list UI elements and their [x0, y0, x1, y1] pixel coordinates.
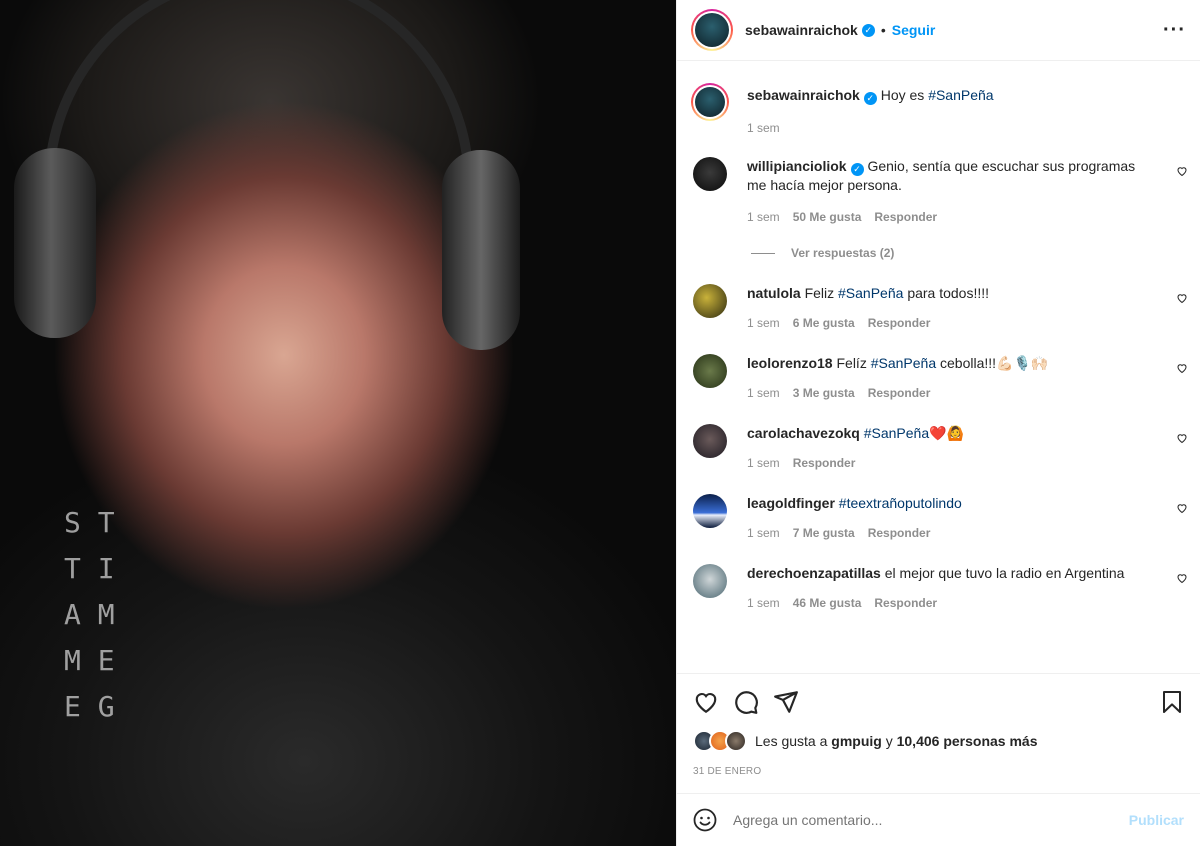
- like-comment-heart-icon[interactable]: [1176, 362, 1188, 374]
- commenter-avatar[interactable]: [693, 564, 727, 598]
- comments-list[interactable]: sebawainraichok ✓ Hoy es #SanPeña 1 sem w…: [677, 61, 1200, 673]
- commenter-avatar[interactable]: [693, 424, 727, 458]
- comment-time[interactable]: 1 sem: [747, 596, 780, 610]
- like-heart-icon[interactable]: [693, 689, 719, 715]
- publish-button[interactable]: Publicar: [1129, 812, 1184, 828]
- separator-dot: •: [880, 22, 886, 38]
- caption-text: Hoy es: [880, 87, 925, 103]
- liker-avatars: [693, 730, 747, 752]
- caption-username[interactable]: sebawainraichok: [747, 87, 860, 103]
- comment-likes[interactable]: 3 Me gusta: [793, 386, 855, 400]
- view-replies-label[interactable]: Ver respuestas (2): [791, 246, 894, 260]
- likes-and: y: [885, 733, 893, 749]
- action-icons: [693, 688, 1184, 716]
- commenter-username[interactable]: willipiancioliok: [747, 158, 847, 174]
- likes-summary[interactable]: Les gusta a gmpuig y 10,406 personas más: [693, 730, 1184, 752]
- likes-count[interactable]: 10,406 personas más: [897, 733, 1038, 749]
- comment-hashtag[interactable]: #SanPeña: [838, 285, 903, 301]
- comment-likes[interactable]: 50 Me gusta: [793, 210, 862, 224]
- comment-item: leolorenzo18 Felíz #SanPeña cebolla!!!💪🏻…: [693, 354, 1200, 400]
- comment-hashtag[interactable]: #SanPeña: [864, 425, 929, 441]
- like-comment-heart-icon[interactable]: [1176, 165, 1188, 177]
- comment-time[interactable]: 1 sem: [747, 456, 780, 470]
- verified-badge-icon: ✓: [850, 163, 864, 176]
- commenter-username[interactable]: leagoldfinger: [747, 495, 835, 511]
- comment-item: willipiancioliok ✓ Genio, sentía que escu…: [693, 157, 1200, 224]
- emoji-smiley-icon[interactable]: [693, 808, 717, 832]
- comment-input[interactable]: [733, 812, 1129, 828]
- commenter-username[interactable]: carolachavezokq: [747, 425, 860, 441]
- reply-button[interactable]: Responder: [868, 526, 931, 540]
- comment-item: natulola Feliz #SanPeña para todos!!!! 1…: [693, 284, 1200, 330]
- more-options-icon[interactable]: ···: [1163, 19, 1186, 42]
- view-replies-button[interactable]: Ver respuestas (2): [751, 246, 1200, 260]
- headphone-band: [44, 0, 474, 190]
- headphone-left-cup: [14, 148, 96, 338]
- commenter-username[interactable]: leolorenzo18: [747, 355, 833, 371]
- headphone-right-cup: [442, 150, 520, 350]
- comment-text: ❤️🙆: [929, 425, 965, 441]
- commenter-username[interactable]: natulola: [747, 285, 801, 301]
- comment-text: el mejor que tuvo la radio en Argentina: [884, 565, 1125, 581]
- follow-button[interactable]: Seguir: [892, 22, 936, 38]
- comment-likes[interactable]: 7 Me gusta: [793, 526, 855, 540]
- comment-likes[interactable]: 6 Me gusta: [793, 316, 855, 330]
- reply-button[interactable]: Responder: [793, 456, 856, 470]
- like-comment-heart-icon[interactable]: [1176, 572, 1188, 584]
- replies-divider: [751, 252, 775, 254]
- comment-text: Felíz: [836, 355, 867, 371]
- comment-bubble-icon[interactable]: [733, 689, 759, 715]
- comment-text: cebolla!!!💪🏻🎙️🙌🏻: [940, 355, 1049, 371]
- like-comment-heart-icon[interactable]: [1176, 432, 1188, 444]
- reply-button[interactable]: Responder: [868, 386, 931, 400]
- like-comment-heart-icon[interactable]: [1176, 292, 1188, 304]
- comment-hashtag[interactable]: #SanPeña: [871, 355, 936, 371]
- author-username[interactable]: sebawainraichok: [745, 22, 858, 38]
- author-info: sebawainraichok ✓ • Seguir: [745, 22, 935, 38]
- liker-avatar: [725, 730, 747, 752]
- post-photo[interactable]: S T T I A M M E E G: [0, 0, 676, 846]
- caption-hashtag[interactable]: #SanPeña: [928, 87, 993, 103]
- comment-likes[interactable]: 46 Me gusta: [793, 596, 862, 610]
- comment-text: Feliz: [804, 285, 835, 301]
- post-caption: sebawainraichok ✓ Hoy es #SanPeña 1 sem: [691, 83, 1200, 135]
- like-comment-heart-icon[interactable]: [1176, 502, 1188, 514]
- comment-item: derechoenzapatillas el mejor que tuvo la…: [693, 564, 1200, 610]
- post-header: sebawainraichok ✓ • Seguir ···: [677, 0, 1200, 61]
- caption-avatar[interactable]: [691, 83, 729, 121]
- reply-button[interactable]: Responder: [874, 210, 937, 224]
- author-avatar[interactable]: [691, 9, 733, 51]
- likes-prefix: Les gusta a: [755, 733, 828, 749]
- commenter-avatar[interactable]: [693, 354, 727, 388]
- caption-time[interactable]: 1 sem: [747, 121, 780, 135]
- commenter-avatar[interactable]: [693, 157, 727, 191]
- comment-item: carolachavezokq #SanPeña❤️🙆 1 sem Respon…: [693, 424, 1200, 470]
- comment-text: para todos!!!!: [907, 285, 990, 301]
- comment-time[interactable]: 1 sem: [747, 386, 780, 400]
- comment-time[interactable]: 1 sem: [747, 526, 780, 540]
- reply-button[interactable]: Responder: [874, 596, 937, 610]
- reply-button[interactable]: Responder: [868, 316, 931, 330]
- save-bookmark-icon[interactable]: [1160, 689, 1184, 715]
- comment-time[interactable]: 1 sem: [747, 210, 780, 224]
- post-actions: Les gusta a gmpuig y 10,406 personas más…: [677, 673, 1200, 777]
- commenter-username[interactable]: derechoenzapatillas: [747, 565, 881, 581]
- comment-time[interactable]: 1 sem: [747, 316, 780, 330]
- add-comment-bar: Publicar: [677, 793, 1200, 846]
- commenter-avatar[interactable]: [693, 494, 727, 528]
- shirt-print: S T T I A M M E E G: [64, 506, 115, 723]
- commenter-avatar[interactable]: [693, 284, 727, 318]
- instagram-post: S T T I A M M E E G sebawainraichok ✓ • …: [0, 0, 1200, 846]
- verified-badge-icon: ✓: [863, 92, 877, 105]
- post-date[interactable]: 31 DE ENERO: [693, 766, 1184, 777]
- liker-username[interactable]: gmpuig: [831, 733, 882, 749]
- comment-hashtag[interactable]: #teextrañoputolindo: [839, 495, 962, 511]
- comment-item: leagoldfinger #teextrañoputolindo 1 sem …: [693, 494, 1200, 540]
- share-paper-plane-icon[interactable]: [773, 689, 799, 715]
- verified-badge-icon: ✓: [861, 23, 875, 37]
- post-sidebar: sebawainraichok ✓ • Seguir ··· sebawainr…: [676, 0, 1200, 846]
